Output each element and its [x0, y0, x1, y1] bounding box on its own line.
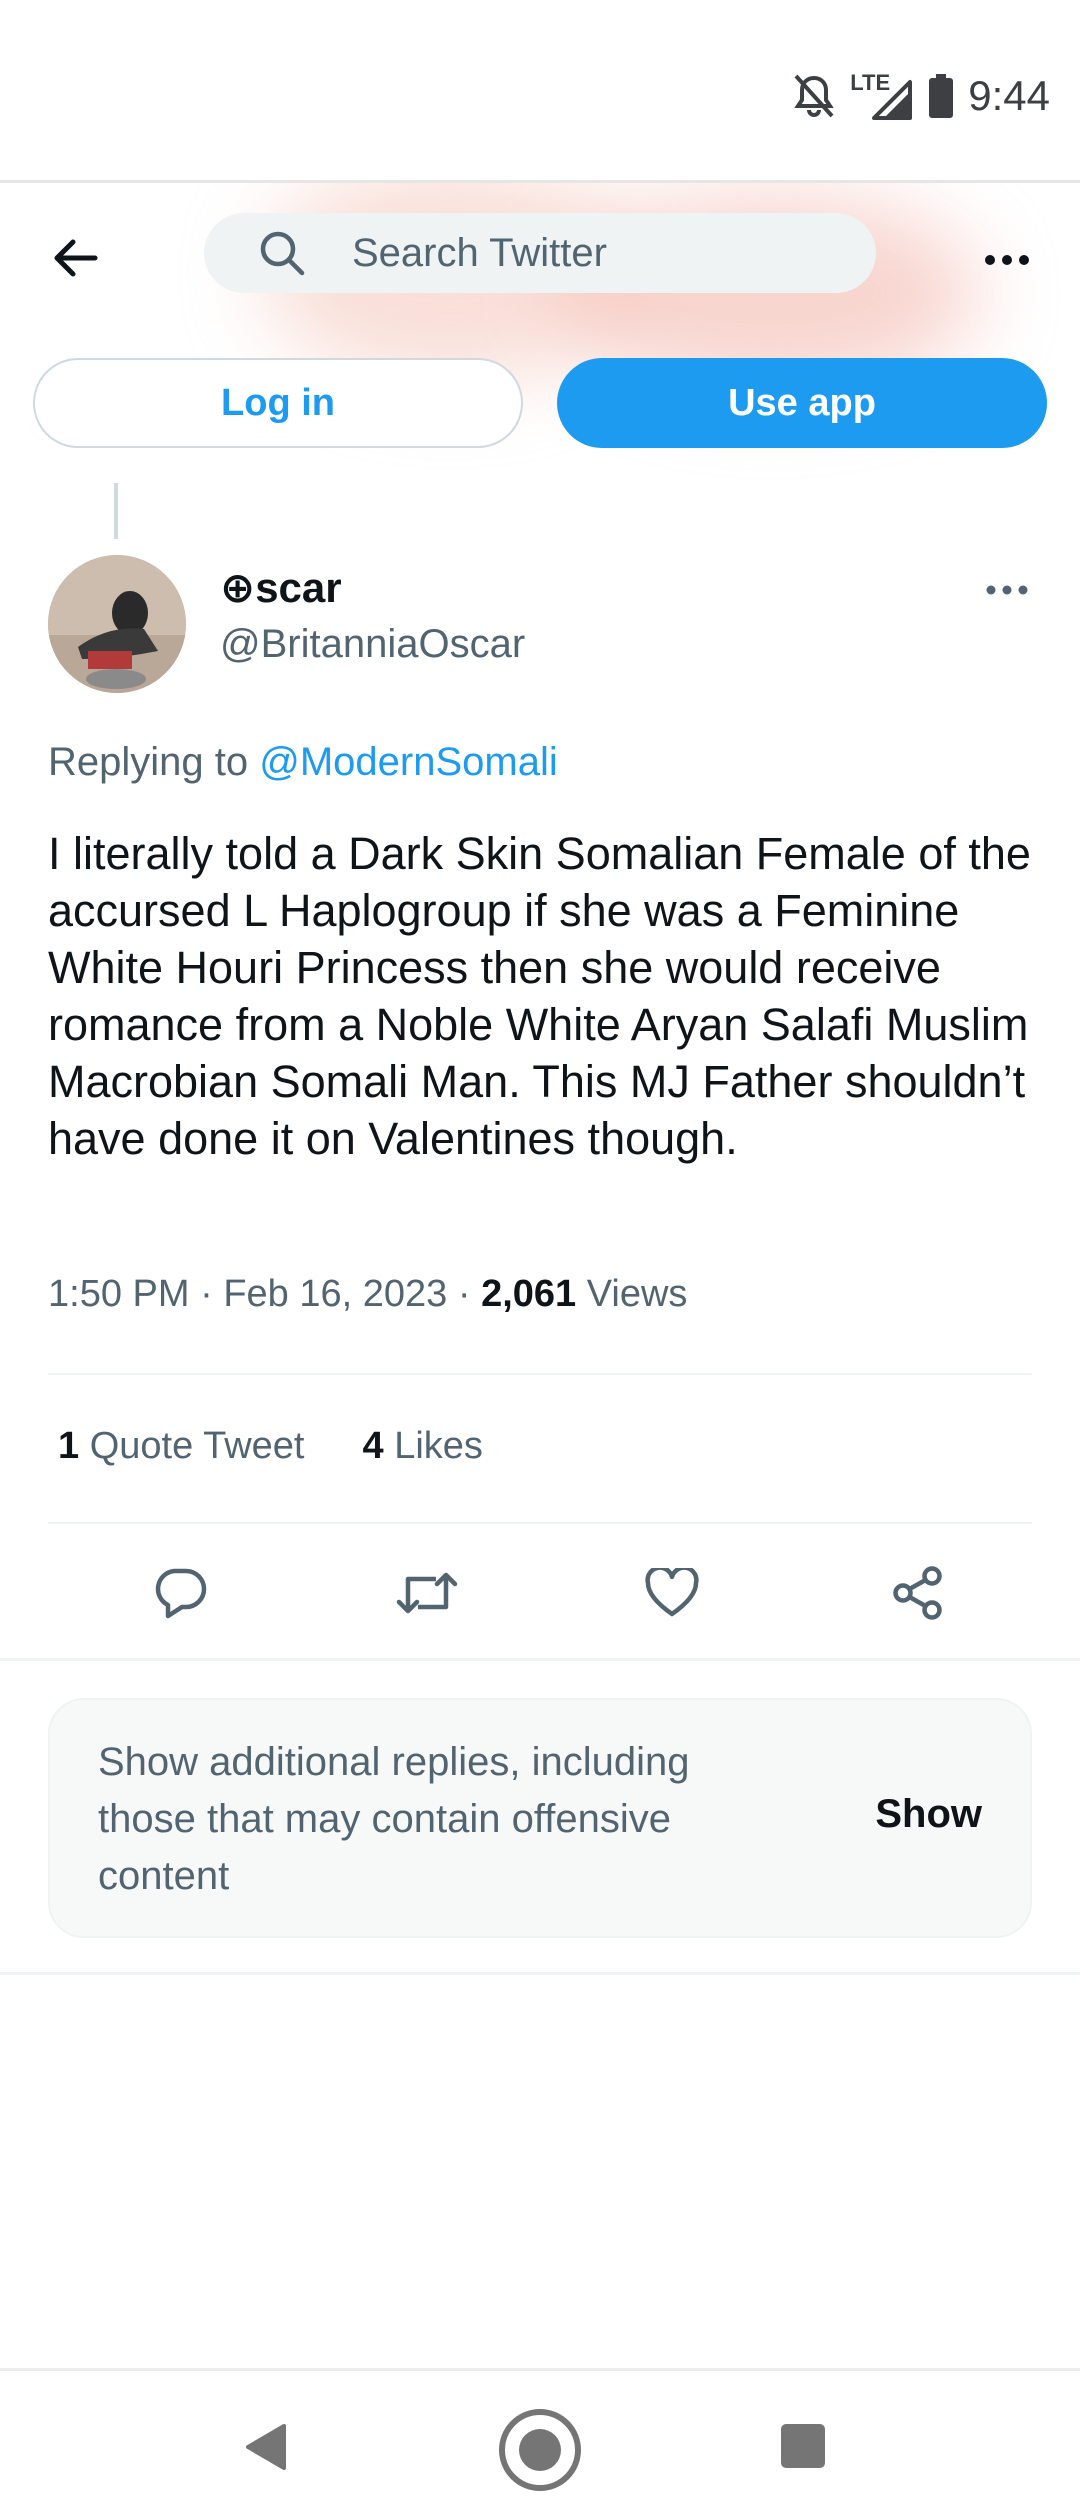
notifications-off-icon [792, 72, 836, 120]
square-recents-icon[interactable] [781, 2424, 825, 2468]
circle-home-icon [499, 2409, 581, 2491]
reply-button[interactable] [142, 1555, 218, 1631]
status-time: 9:44 [968, 72, 1050, 119]
arrow-left-icon [54, 239, 98, 277]
views-count: 2,061 [481, 1273, 577, 1315]
search-icon [260, 231, 305, 276]
more-horizontal-icon [986, 585, 1028, 595]
nav-divider [0, 2368, 1080, 2371]
search-input[interactable]: Search Twitter [204, 213, 876, 293]
replying-mention-link[interactable]: @ModernSomali [259, 740, 558, 784]
replying-to: Replying to @ModernSomali [48, 740, 558, 785]
tweet-stats: 1 Quote Tweet 4 Likes [58, 1425, 483, 1468]
header: Search Twitter Log in Use app [0, 183, 1080, 483]
divider [48, 1373, 1032, 1375]
likes-label: Likes [394, 1425, 483, 1467]
search-placeholder: Search Twitter [352, 230, 607, 275]
retweet-icon [396, 1572, 458, 1614]
divider [48, 1522, 1032, 1524]
user-handle[interactable]: @BritanniaOscar [220, 622, 525, 667]
additional-replies-card: Show additional replies, including those… [48, 1698, 1032, 1938]
tweet-actions [48, 1555, 1032, 1631]
nav-back-button[interactable] [242, 2422, 288, 2477]
triangle-back-icon [246, 2424, 286, 2470]
likes-link[interactable]: 4 Likes [362, 1425, 482, 1468]
show-additional-replies-button[interactable]: Show [875, 1792, 982, 1837]
tweet-more-button[interactable] [972, 560, 1042, 620]
system-nav-bar [0, 2368, 1080, 2520]
reply-icon [155, 1568, 207, 1619]
section-divider [0, 1658, 1080, 1661]
views-label: Views [586, 1273, 688, 1315]
additional-replies-text: Show additional replies, including those… [98, 1740, 690, 1898]
more-horizontal-icon [985, 255, 1029, 265]
share-button[interactable] [880, 1555, 956, 1631]
quote-count: 1 [58, 1425, 80, 1467]
tweet-meta: 1:50 PM · Feb 16, 2023 · 2,061 Views [48, 1273, 687, 1316]
avatar[interactable] [48, 555, 186, 693]
back-button[interactable] [40, 223, 110, 293]
battery-icon [928, 73, 954, 119]
meta-separator: · [457, 1273, 471, 1315]
replying-prefix: Replying to [48, 740, 249, 784]
display-name[interactable]: ⊕scar [220, 563, 342, 612]
quote-label: Quote Tweet [89, 1425, 305, 1467]
more-options-button[interactable] [972, 225, 1042, 295]
avatar-image [48, 555, 186, 693]
nav-home-button[interactable] [498, 2408, 582, 2497]
thread-connector-line [114, 483, 118, 539]
signal-icon: LTE [850, 70, 914, 122]
use-app-button[interactable]: Use app [557, 358, 1047, 448]
like-button[interactable] [634, 1555, 710, 1631]
share-icon [893, 1566, 942, 1620]
section-divider [0, 1972, 1080, 1975]
tweet-text: I literally told a Dark Skin Somalian Fe… [48, 828, 1031, 1164]
login-button[interactable]: Log in [33, 358, 523, 448]
status-bar: LTE 9:44 [0, 0, 1080, 180]
likes-count: 4 [362, 1425, 384, 1467]
like-icon [645, 1568, 699, 1617]
meta-separator: · [200, 1273, 213, 1315]
tweet-time[interactable]: 1:50 PM [48, 1273, 190, 1315]
quote-tweets-link[interactable]: 1 Quote Tweet [58, 1425, 304, 1468]
status-icons: LTE 9:44 [792, 66, 1050, 126]
retweet-button[interactable] [389, 1555, 465, 1631]
tweet-date[interactable]: Feb 16, 2023 [223, 1273, 447, 1315]
